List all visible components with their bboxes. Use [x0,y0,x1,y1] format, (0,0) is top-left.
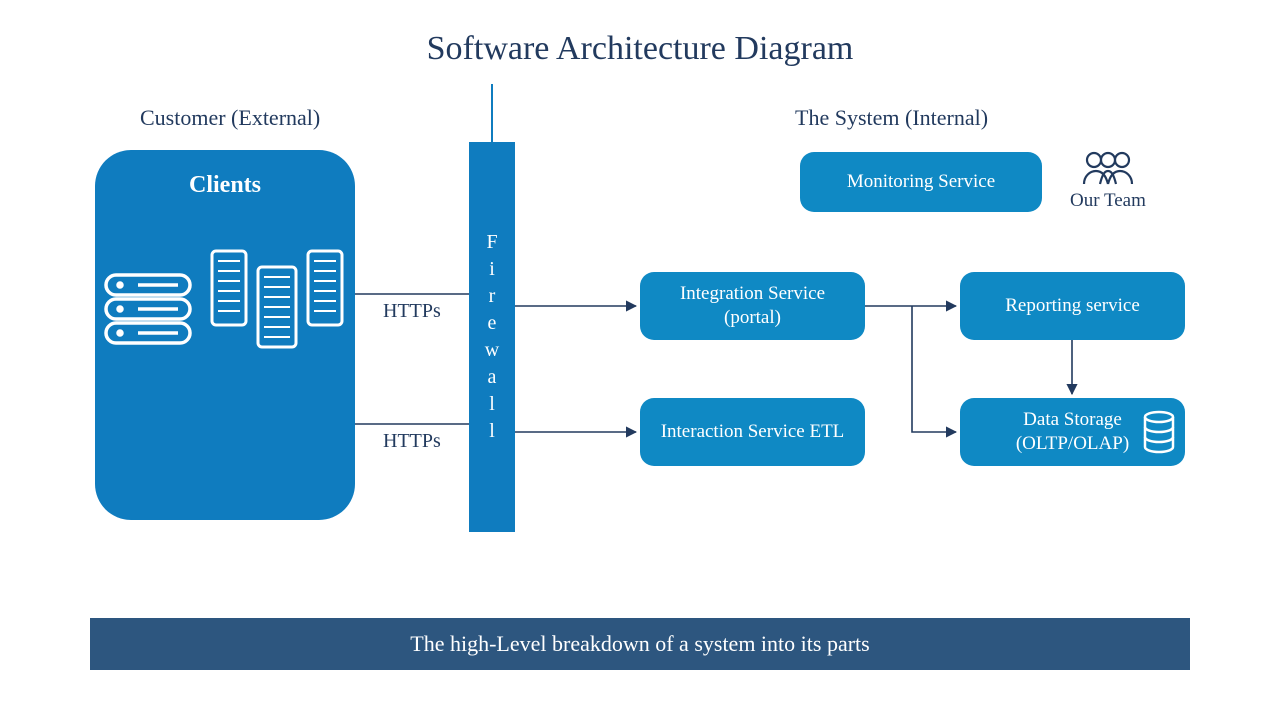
clients-box: Clients [95,150,355,520]
section-header-system: The System (Internal) [795,105,988,131]
clients-title: Clients [95,172,355,199]
node-integration: Integration Service (portal) [640,272,865,340]
node-interaction: Interaction Service ETL [640,398,865,466]
server-stack-icon [98,269,198,349]
firewall-box: Firewall [469,142,515,532]
node-monitoring: Monitoring Service [800,152,1042,212]
node-storage: Data Storage (OLTP/OLAP) [960,398,1185,466]
team-label: Our Team [1070,190,1146,212]
section-header-customer: Customer (External) [140,105,320,131]
firewall-connector [491,84,493,142]
protocol-label-1: HTTPs [383,300,441,323]
node-reporting: Reporting service [960,272,1185,340]
protocol-label-2: HTTPs [383,430,441,453]
database-icon [1141,410,1177,454]
page-title: Software Architecture Diagram [0,30,1280,68]
server-cluster-icon [202,239,352,349]
team-icon [1078,148,1138,188]
footer-caption: The high-Level breakdown of a system int… [90,618,1190,670]
